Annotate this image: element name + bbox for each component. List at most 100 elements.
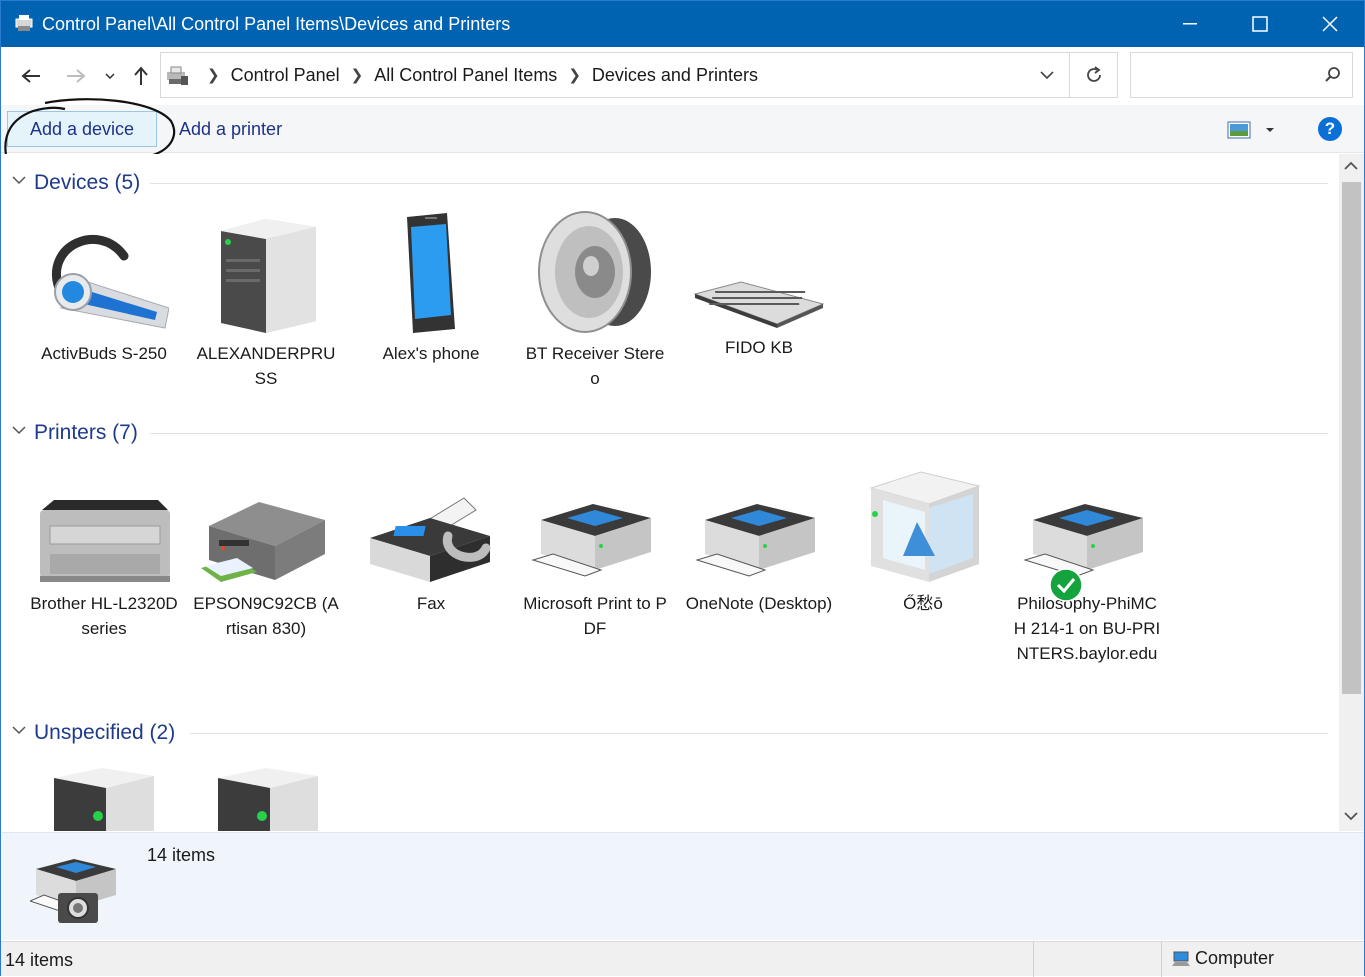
printer-item[interactable]: Microsoft Print to PDF xyxy=(515,456,675,641)
printer-label: Microsoft Print to PDF xyxy=(523,594,667,638)
group-title: Devices (5) xyxy=(34,171,141,194)
refresh-icon xyxy=(1086,66,1101,82)
computer-tower-icon xyxy=(221,219,316,333)
minimize-icon xyxy=(1183,23,1197,25)
chevron-down-icon xyxy=(105,73,115,79)
device-label: Alex's phone xyxy=(382,344,480,363)
printer-item[interactable]: Brother HL-L2320D series xyxy=(24,456,184,641)
maximize-button[interactable] xyxy=(1225,1,1295,47)
printer-label: EPSON9C92CB (Artisan 830) xyxy=(193,594,339,638)
collapse-chevron-icon xyxy=(12,426,26,435)
printer-item[interactable]: Philosophy-PhiMCH 214-1 on BU-PRINTERS.b… xyxy=(1007,456,1167,666)
command-bar: Add a device Add a printer ? xyxy=(1,105,1364,153)
chevron-down-icon xyxy=(1040,71,1054,79)
printer-item[interactable]: EPSON9C92CB (Artisan 830) xyxy=(186,456,346,641)
printer-icon xyxy=(531,504,651,577)
breadcrumb-separator: ❯ xyxy=(207,67,220,84)
help-button[interactable]: ? xyxy=(1318,117,1342,141)
printer-label: Fax xyxy=(416,594,446,613)
add-device-button[interactable]: Add a device xyxy=(7,111,157,147)
device-item[interactable]: FIDO KB xyxy=(679,206,839,360)
printer-item[interactable]: OneNote (Desktop) xyxy=(679,456,839,616)
back-button[interactable] xyxy=(16,61,46,91)
maximize-icon xyxy=(1252,16,1268,32)
search-icon xyxy=(1325,67,1340,82)
status-item-count: 14 items xyxy=(5,950,74,970)
group-header-devices[interactable]: Devices (5) xyxy=(2,169,1338,199)
status-divider xyxy=(1033,942,1034,977)
breadcrumb-separator[interactable]: ❯ xyxy=(351,66,364,84)
breadcrumb-separator[interactable]: ❯ xyxy=(568,66,581,84)
breadcrumb-devices-printers[interactable]: Devices and Printers xyxy=(592,65,758,86)
printer-icon xyxy=(695,504,815,577)
fax-icon xyxy=(370,497,491,582)
group-divider xyxy=(150,433,1328,434)
device-item[interactable]: ActivBuds S-250 xyxy=(24,206,184,366)
group-divider xyxy=(150,183,1328,184)
breadcrumb-control-panel[interactable]: Control Panel xyxy=(231,65,340,86)
breadcrumb: ❯ Control Panel ❯ All Control Panel Item… xyxy=(161,53,758,97)
address-history-dropdown[interactable] xyxy=(1027,53,1067,97)
vertical-scrollbar[interactable] xyxy=(1339,154,1364,831)
scroll-up-icon[interactable] xyxy=(1343,160,1359,172)
up-arrow-icon xyxy=(134,66,148,85)
details-pane: 14 items xyxy=(2,832,1364,940)
group-header-printers[interactable]: Printers (7) xyxy=(2,419,1338,449)
group-title: Printers (7) xyxy=(34,421,138,444)
search-box[interactable] xyxy=(1130,52,1353,98)
recent-locations-button[interactable] xyxy=(96,61,124,91)
chevron-down-icon xyxy=(1266,128,1274,132)
devices-printers-icon xyxy=(167,66,188,85)
device-label: BT Receiver Stereo xyxy=(525,344,665,388)
headset-icon xyxy=(52,234,169,329)
scroll-down-icon[interactable] xyxy=(1343,810,1359,822)
printer-item[interactable]: Ő愁ō xyxy=(843,456,1003,616)
printer-label: OneNote (Desktop) xyxy=(685,594,833,613)
address-bar[interactable]: ❯ Control Panel ❯ All Control Panel Item… xyxy=(160,52,1118,98)
forward-button[interactable] xyxy=(61,61,91,91)
device-label: ALEXANDERPRUSS xyxy=(196,344,336,388)
unspecified-device-item[interactable] xyxy=(24,766,184,831)
breadcrumb-all-items[interactable]: All Control Panel Items xyxy=(374,65,557,86)
add-printer-button[interactable]: Add a printer xyxy=(163,111,298,147)
refresh-button[interactable] xyxy=(1069,53,1117,97)
group-divider xyxy=(190,733,1328,734)
forward-arrow-icon xyxy=(67,69,86,83)
scrollbar-thumb[interactable] xyxy=(1342,182,1361,694)
default-printer-check-icon xyxy=(1049,568,1083,602)
keyboard-icon xyxy=(693,281,825,328)
device-item[interactable]: BT Receiver Stereo xyxy=(515,206,675,391)
device-box-icon xyxy=(218,768,318,831)
device-item[interactable]: ALEXANDERPRUSS xyxy=(186,206,346,391)
printer-label: Philosophy-PhiMCH 214-1 on BU-PRINTERS.b… xyxy=(1013,594,1161,663)
group-header-unspecified[interactable]: Unspecified (2) xyxy=(2,719,1338,749)
group-title: Unspecified (2) xyxy=(34,721,176,744)
navigation-bar: ❯ Control Panel ❯ All Control Panel Item… xyxy=(1,47,1364,105)
change-view-button[interactable] xyxy=(1227,119,1279,141)
3d-printer-icon xyxy=(869,471,981,582)
printer-icon xyxy=(1023,504,1143,577)
devices-printers-large-icon xyxy=(30,859,116,923)
back-arrow-icon xyxy=(21,69,40,83)
device-list-area: Devices (5) ActivBuds S-250 ALEXANDERPRU… xyxy=(2,154,1338,831)
laser-printer-icon xyxy=(40,500,170,582)
status-zone: Computer xyxy=(1171,948,1274,969)
title-bar: Control Panel\All Control Panel Items\De… xyxy=(1,1,1364,47)
minimize-button[interactable] xyxy=(1155,1,1225,47)
printer-label: Ő愁ō xyxy=(903,594,943,613)
unspecified-device-item[interactable] xyxy=(188,766,348,831)
view-options-icon xyxy=(1227,121,1251,139)
status-divider xyxy=(1161,942,1162,977)
devices-printers-app-icon xyxy=(15,15,33,31)
explorer-window: Control Panel\All Control Panel Items\De… xyxy=(0,0,1365,977)
close-button[interactable] xyxy=(1295,1,1365,47)
close-icon xyxy=(1322,16,1338,32)
up-button[interactable] xyxy=(126,61,156,91)
computer-icon xyxy=(1172,951,1190,966)
device-item[interactable]: Alex's phone xyxy=(351,206,511,366)
device-box-icon xyxy=(54,768,154,831)
printer-label: Brother HL-L2320D series xyxy=(30,594,178,638)
status-zone-label: Computer xyxy=(1195,948,1275,968)
collapse-chevron-icon xyxy=(12,726,26,735)
printer-item[interactable]: Fax xyxy=(351,456,511,616)
